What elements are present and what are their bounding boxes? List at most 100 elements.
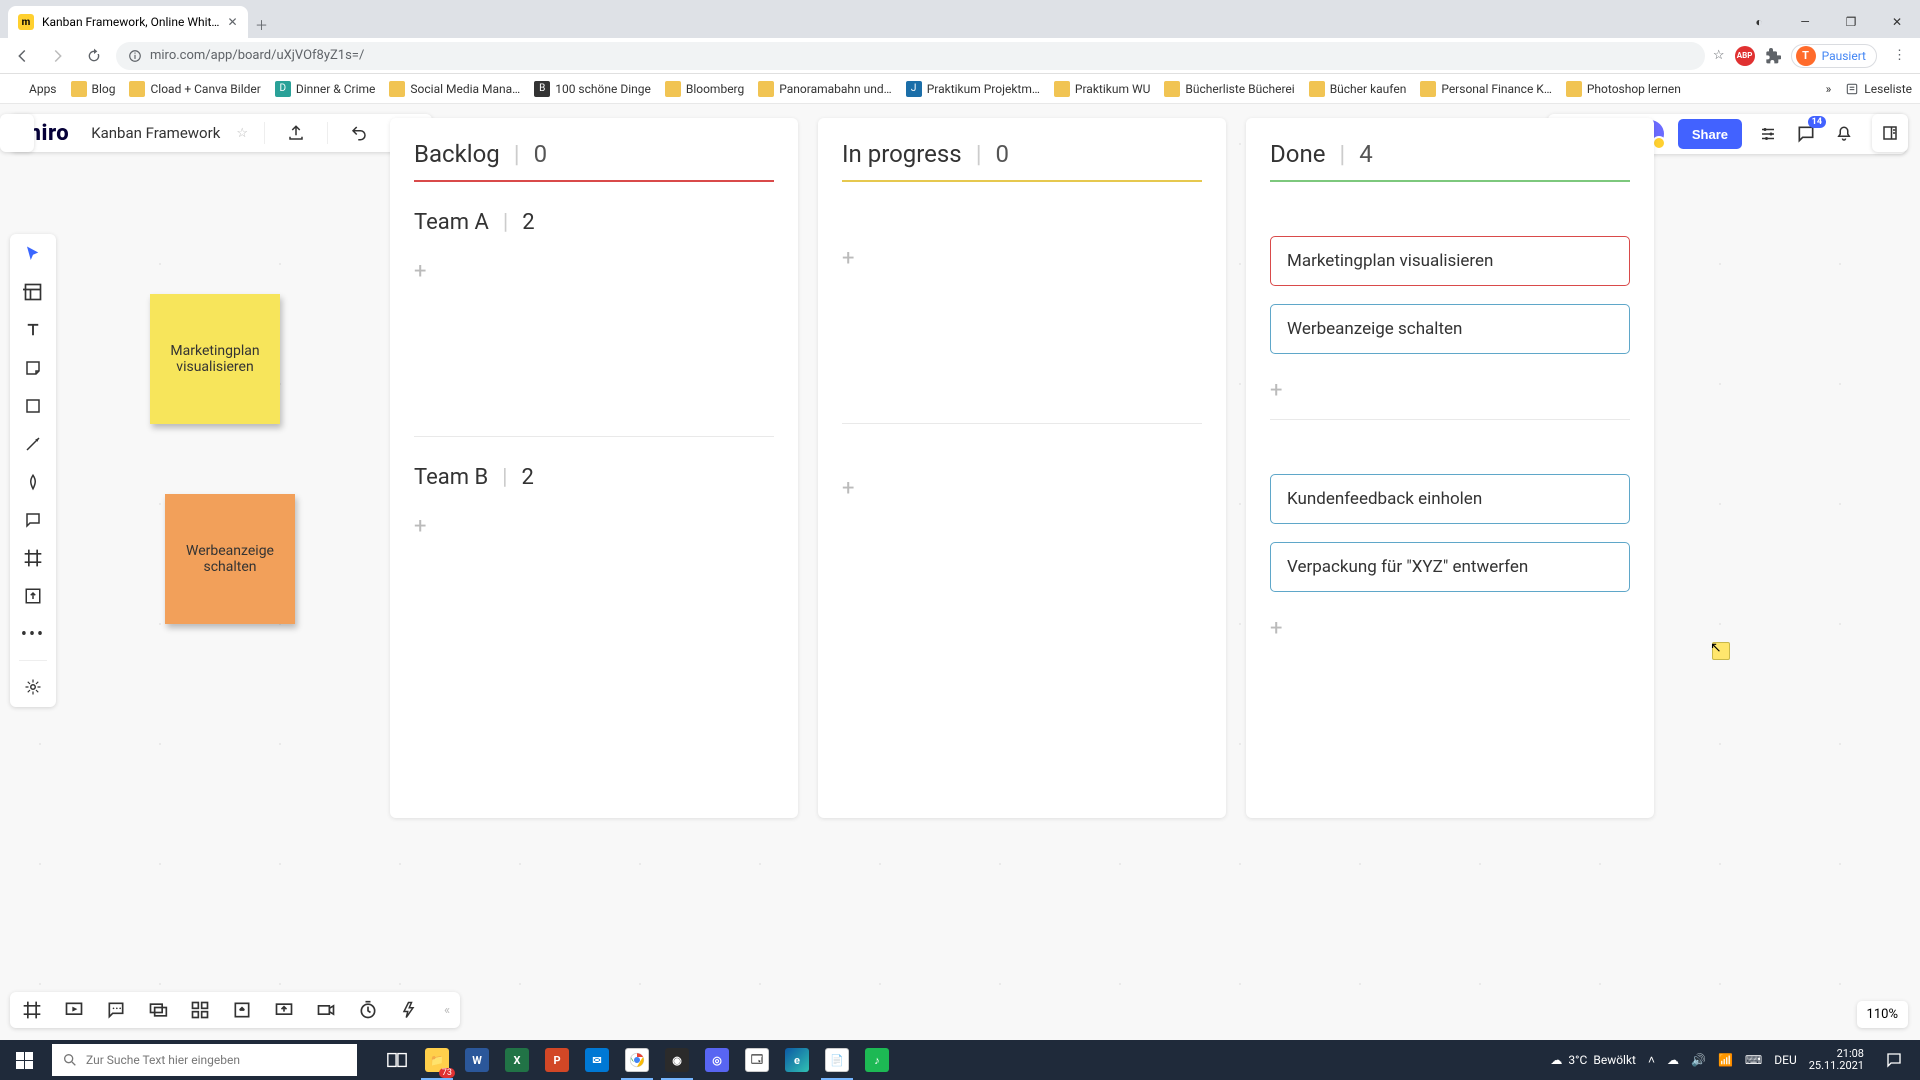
settings-sliders-icon[interactable] bbox=[1756, 122, 1780, 146]
present-icon[interactable] bbox=[62, 998, 86, 1022]
add-card-button[interactable]: + bbox=[1270, 372, 1630, 405]
bookmarks-overflow-icon[interactable]: » bbox=[1826, 82, 1832, 96]
wifi-icon[interactable]: 📶 bbox=[1718, 1053, 1733, 1067]
grid-icon[interactable] bbox=[188, 998, 212, 1022]
timer-icon[interactable] bbox=[356, 998, 380, 1022]
onedrive-icon[interactable]: ☁ bbox=[1667, 1053, 1679, 1067]
url-input[interactable]: miro.com/app/board/uXjVOf8yZ1s=/ bbox=[116, 42, 1705, 70]
chrome-icon[interactable] bbox=[617, 1040, 657, 1080]
mail-icon[interactable]: ✉ bbox=[577, 1040, 617, 1080]
frame-tool-icon[interactable] bbox=[18, 546, 48, 570]
frames-icon[interactable] bbox=[20, 998, 44, 1022]
sticky-tool-icon[interactable] bbox=[18, 356, 48, 380]
bookmark-item[interactable]: Social Media Mana… bbox=[389, 81, 520, 97]
notepad-icon[interactable]: 📄 bbox=[817, 1040, 857, 1080]
more-tools-icon[interactable]: ••• bbox=[18, 622, 48, 646]
kanban-card[interactable]: Verpackung für "XYZ" entwerfen bbox=[1270, 542, 1630, 592]
bookmark-item[interactable]: Photoshop lernen bbox=[1566, 81, 1681, 97]
kanban-column-done[interactable]: Done | 4 Marketingplan visualisieren Wer… bbox=[1246, 118, 1654, 818]
taskbar-search[interactable]: Zur Suche Text hier eingeben bbox=[52, 1044, 357, 1076]
upload-tool-icon[interactable] bbox=[18, 584, 48, 608]
profile-paused-pill[interactable]: T Pausiert bbox=[1791, 44, 1877, 68]
undo-icon[interactable] bbox=[344, 118, 374, 148]
bookmark-star-icon[interactable]: ☆ bbox=[1713, 48, 1725, 63]
browser-tab[interactable]: m Kanban Framework, Online Whit… ✕ bbox=[8, 6, 248, 38]
notifications-icon[interactable] bbox=[1832, 122, 1856, 146]
extensions-icon[interactable] bbox=[1765, 48, 1781, 64]
reload-button[interactable] bbox=[80, 42, 108, 70]
sticky-note-orange[interactable]: Werbeanzeige schalten bbox=[165, 494, 295, 624]
bookmark-item[interactable]: Bücher kaufen bbox=[1309, 81, 1407, 97]
bookmark-item[interactable]: B100 schöne Dinge bbox=[534, 81, 651, 97]
chrome-menu-icon[interactable]: ⋮ bbox=[1887, 48, 1912, 63]
text-tool-icon[interactable] bbox=[18, 318, 48, 342]
spotify-icon[interactable]: ♪ bbox=[857, 1040, 897, 1080]
sticky-note-yellow[interactable]: Marketingplan visualisieren bbox=[150, 294, 280, 424]
excel-icon[interactable]: X bbox=[497, 1040, 537, 1080]
bookmark-item[interactable]: Praktikum WU bbox=[1054, 81, 1150, 97]
back-button[interactable] bbox=[8, 42, 36, 70]
bookmark-item[interactable]: Bücherliste Bücherei bbox=[1164, 81, 1294, 97]
volume-icon[interactable]: 🔊 bbox=[1691, 1053, 1706, 1067]
mindmap-tool-icon[interactable] bbox=[18, 675, 48, 699]
board-title[interactable]: Kanban Framework bbox=[91, 124, 220, 142]
line-tool-icon[interactable] bbox=[18, 432, 48, 456]
right-panel-toggle[interactable] bbox=[1872, 114, 1908, 152]
add-card-button[interactable]: + bbox=[414, 508, 774, 541]
shape-tool-icon[interactable] bbox=[18, 394, 48, 418]
task-view-icon[interactable] bbox=[377, 1040, 417, 1080]
edge-icon[interactable]: e bbox=[777, 1040, 817, 1080]
star-board-icon[interactable]: ☆ bbox=[236, 126, 248, 141]
add-card-button[interactable]: + bbox=[842, 470, 1202, 503]
comment-tool-icon[interactable] bbox=[18, 508, 48, 532]
miro-canvas[interactable]: miro Kanban Framework ☆ T Share 14 bbox=[0, 104, 1920, 1040]
templates-tool-icon[interactable] bbox=[18, 280, 48, 304]
reading-list-button[interactable]: Leseliste bbox=[1845, 82, 1912, 96]
start-button[interactable] bbox=[0, 1040, 48, 1080]
taskbar-clock[interactable]: 21:08 25.11.2021 bbox=[1809, 1048, 1864, 1072]
activity-panel-toggle[interactable] bbox=[0, 114, 34, 152]
card-view-icon[interactable] bbox=[146, 998, 170, 1022]
kanban-column-backlog[interactable]: Backlog | 0 Team A | 2 + Team B | 2 + bbox=[390, 118, 798, 818]
screen-share-icon[interactable] bbox=[272, 998, 296, 1022]
language-indicator[interactable]: DEU bbox=[1774, 1053, 1796, 1067]
kanban-card[interactable]: Werbeanzeige schalten bbox=[1270, 304, 1630, 354]
kanban-card[interactable]: Marketingplan visualisieren bbox=[1270, 236, 1630, 286]
maximize-button[interactable]: ❐ bbox=[1828, 6, 1874, 38]
collapse-toolbar-icon[interactable]: « bbox=[444, 1003, 450, 1018]
dark-mode-icon[interactable]: ◐ bbox=[1736, 6, 1782, 38]
tab-close-icon[interactable]: ✕ bbox=[227, 15, 237, 29]
weather-widget[interactable]: ☁ 3°C Bewölkt bbox=[1550, 1053, 1636, 1067]
kanban-card[interactable]: Kundenfeedback einholen bbox=[1270, 474, 1630, 524]
share-button[interactable]: Share bbox=[1678, 119, 1742, 149]
voting-icon[interactable] bbox=[398, 998, 422, 1022]
chat-icon[interactable] bbox=[104, 998, 128, 1022]
action-center-icon[interactable] bbox=[1876, 1051, 1912, 1069]
minimize-button[interactable]: — bbox=[1782, 6, 1828, 38]
export-icon[interactable] bbox=[281, 118, 311, 148]
word-icon[interactable]: W bbox=[457, 1040, 497, 1080]
bookmark-item[interactable]: Blog bbox=[71, 81, 116, 97]
adblock-icon[interactable]: ABP bbox=[1735, 46, 1755, 66]
zoom-level[interactable]: 110% bbox=[1857, 1001, 1908, 1028]
file-explorer-icon[interactable]: 📁73 bbox=[417, 1040, 457, 1080]
keyboard-icon[interactable]: ⌨ bbox=[1745, 1053, 1762, 1067]
forward-button[interactable] bbox=[44, 42, 72, 70]
new-tab-button[interactable]: ＋ bbox=[248, 10, 276, 38]
bookmark-item[interactable]: Panoramabahn und… bbox=[758, 81, 891, 97]
bookmark-item[interactable]: Cload + Canva Bilder bbox=[129, 81, 260, 97]
pen-tool-icon[interactable] bbox=[18, 470, 48, 494]
apps-button[interactable]: Apps bbox=[8, 81, 57, 97]
obs-icon[interactable]: ◉ bbox=[657, 1040, 697, 1080]
select-tool-icon[interactable] bbox=[18, 242, 48, 266]
app-icon[interactable]: 🗔 bbox=[737, 1040, 777, 1080]
video-icon[interactable] bbox=[314, 998, 338, 1022]
comments-icon[interactable]: 14 bbox=[1794, 122, 1818, 146]
add-card-button[interactable]: + bbox=[414, 253, 774, 286]
app-icon[interactable]: ◎ bbox=[697, 1040, 737, 1080]
kanban-column-in-progress[interactable]: In progress | 0 + + bbox=[818, 118, 1226, 818]
export-frame-icon[interactable] bbox=[230, 998, 254, 1022]
add-card-button[interactable]: + bbox=[1270, 610, 1630, 643]
bookmark-item[interactable]: Bloomberg bbox=[665, 81, 744, 97]
powerpoint-icon[interactable]: P bbox=[537, 1040, 577, 1080]
